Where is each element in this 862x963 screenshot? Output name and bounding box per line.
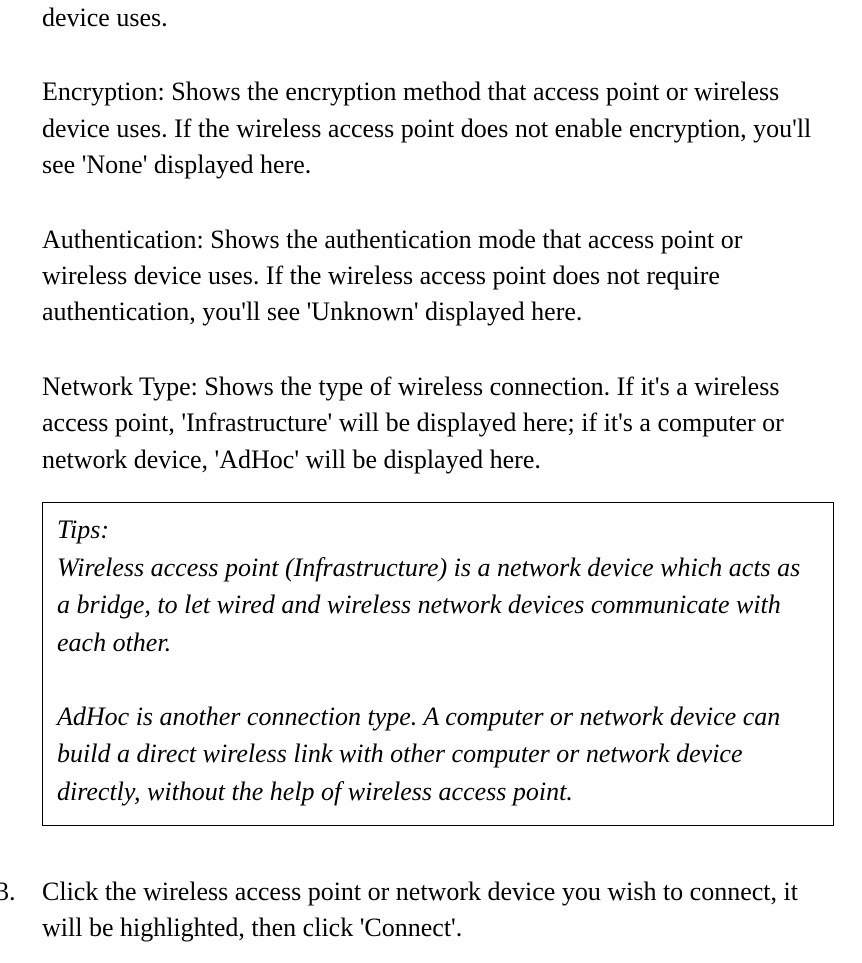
tips-paragraph-2: AdHoc is another connection type. A comp… xyxy=(57,698,819,811)
tips-body-1: Wireless access point (Infrastructure) i… xyxy=(57,553,800,657)
tips-paragraph-1: Tips: Wireless access point (Infrastruct… xyxy=(57,511,819,662)
step-text: Click the wireless access point or netwo… xyxy=(42,874,834,947)
indented-paragraphs: device uses. Encryption: Shows the encry… xyxy=(42,0,834,826)
paragraph-network-type: Network Type: Shows the type of wireless… xyxy=(42,369,834,478)
tips-body-2: AdHoc is another connection type. A comp… xyxy=(57,702,780,806)
step-number: 3. xyxy=(0,874,42,947)
tips-heading: Tips: xyxy=(57,515,109,544)
paragraph-authentication: Authentication: Shows the authentication… xyxy=(42,222,834,331)
paragraph-device-uses: device uses. xyxy=(42,0,834,36)
paragraph-encryption: Encryption: Shows the encryption method … xyxy=(42,74,834,183)
numbered-step-3: 3. Click the wireless access point or ne… xyxy=(42,874,834,947)
document-content: device uses. Encryption: Shows the encry… xyxy=(42,0,834,947)
tips-box: Tips: Wireless access point (Infrastruct… xyxy=(42,502,834,826)
